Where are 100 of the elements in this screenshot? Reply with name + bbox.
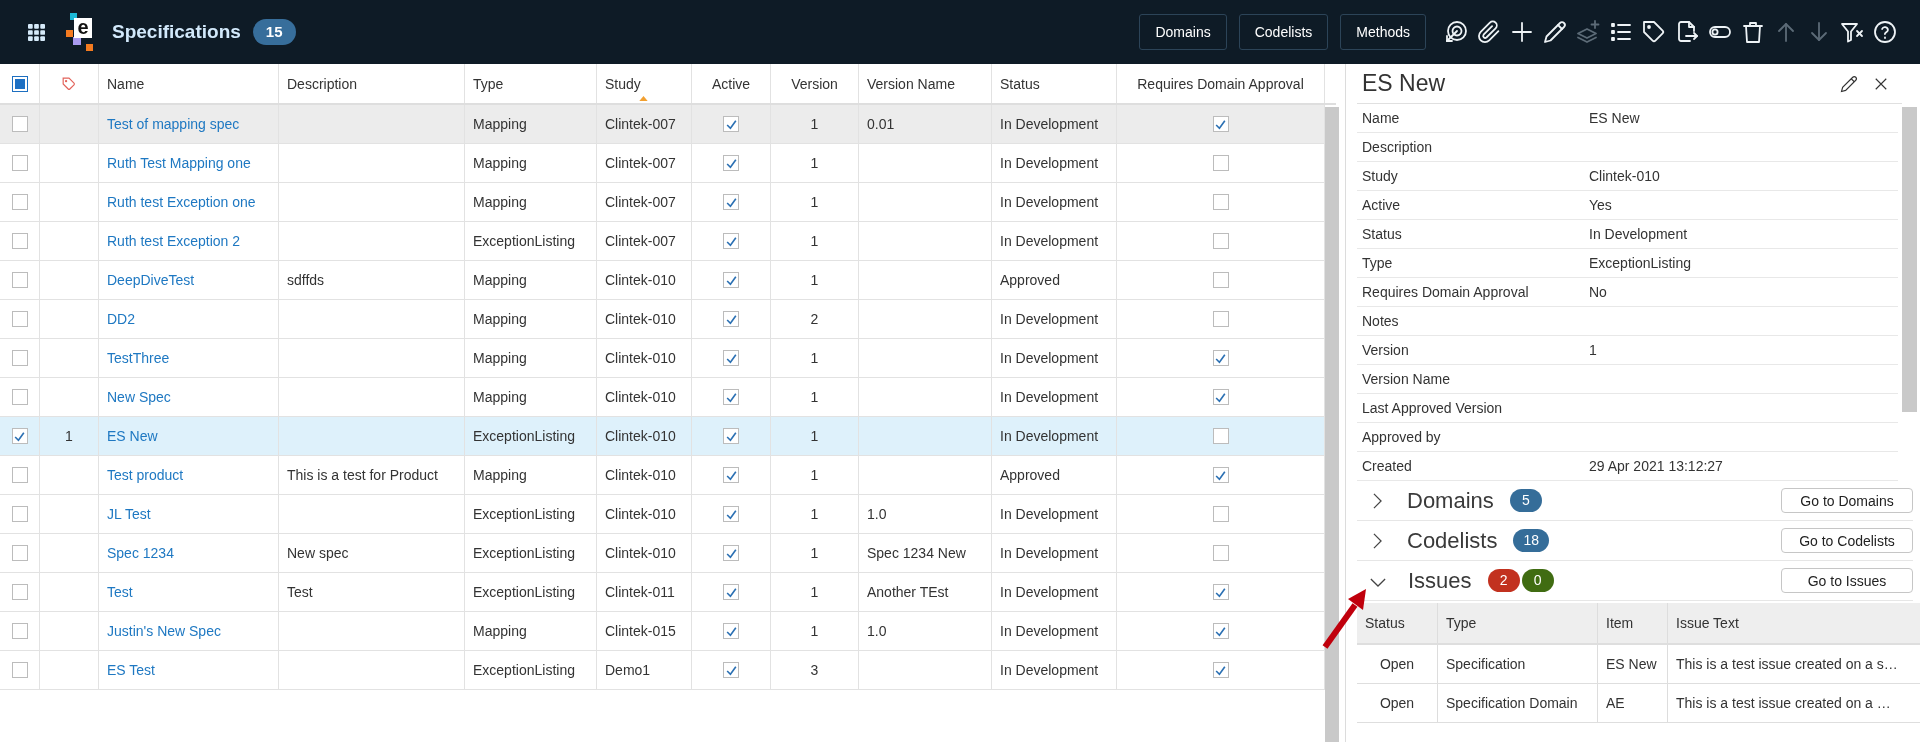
chevron-right-icon[interactable]: [1373, 492, 1382, 509]
name-link[interactable]: ES New: [107, 428, 158, 444]
row-checkbox[interactable]: [11, 623, 28, 639]
name-link[interactable]: New Spec: [107, 389, 171, 405]
row-checkbox[interactable]: [11, 350, 28, 366]
list-icon[interactable]: [1609, 20, 1633, 44]
column-header[interactable]: Version: [791, 75, 838, 92]
name-link[interactable]: JL Test: [107, 506, 151, 522]
go-to-button[interactable]: Go to Issues: [1781, 568, 1913, 593]
table-row[interactable]: Ruth test Exception 2 ExceptionListing Clintek-007 1 In Development: [0, 222, 1325, 261]
go-to-button[interactable]: Go to Codelists: [1781, 528, 1913, 553]
trash-icon[interactable]: [1741, 20, 1765, 44]
section-title[interactable]: Codelists: [1407, 527, 1498, 554]
table-cell: New spec: [279, 534, 465, 572]
filter-icon[interactable]: [1840, 20, 1864, 44]
table-cell: Approved: [992, 261, 1117, 299]
table-cell: sdffds: [279, 261, 465, 299]
table-cell: In Development: [992, 339, 1117, 377]
row-checkbox[interactable]: [11, 545, 28, 561]
table-cell: ExceptionListing: [465, 534, 597, 572]
column-header[interactable]: Requires Domain Approval: [1137, 75, 1304, 92]
table-cell: Clintek-010: [597, 534, 692, 572]
name-link[interactable]: DeepDiveTest: [107, 272, 195, 288]
row-checkbox[interactable]: [11, 428, 28, 444]
column-header[interactable]: Study: [605, 75, 641, 92]
name-link[interactable]: Test: [107, 584, 133, 600]
row-checkbox[interactable]: [11, 233, 28, 249]
name-link[interactable]: Ruth test Exception one: [107, 194, 256, 210]
chevron-right-icon[interactable]: [1373, 532, 1382, 549]
scrollbar[interactable]: [1902, 107, 1917, 412]
table-row[interactable]: Ruth test Exception one Mapping Clintek-007 1 In Development: [0, 183, 1325, 222]
name-link[interactable]: Justin's New Spec: [107, 623, 221, 639]
nav-button[interactable]: Methods: [1340, 14, 1426, 50]
select-all-checkbox[interactable]: [11, 75, 28, 92]
table-cell: Open: [1357, 684, 1438, 722]
table-row[interactable]: JL Test ExceptionListing Clintek-010 1 1.0 In Development: [0, 495, 1325, 534]
name-link[interactable]: ES Test: [107, 662, 155, 678]
row-checkbox[interactable]: [11, 272, 28, 288]
row-checkbox[interactable]: [11, 584, 28, 600]
table-row[interactable]: 1 ES New ExceptionListing Clintek-010 1 In Development: [0, 417, 1325, 456]
row-checkbox[interactable]: [11, 194, 28, 210]
file-export-icon[interactable]: [1675, 20, 1699, 44]
name-link[interactable]: Test product: [107, 467, 184, 483]
row-checkbox[interactable]: [11, 467, 28, 483]
column-header[interactable]: Type: [473, 75, 504, 92]
nav-button[interactable]: Domains: [1139, 14, 1227, 50]
table-row[interactable]: New Spec Mapping Clintek-010 1 In Development: [0, 378, 1325, 417]
field-label: Description: [1362, 139, 1434, 155]
column-header[interactable]: Description: [287, 75, 358, 92]
row-checkbox[interactable]: [11, 662, 28, 678]
table-row[interactable]: DD2 Mapping Clintek-010 2 In Development: [0, 300, 1325, 339]
name-link[interactable]: Test of mapping spec: [107, 116, 240, 132]
nav-button[interactable]: Codelists: [1238, 14, 1329, 50]
column-header[interactable]: Active: [711, 75, 751, 92]
table-row[interactable]: Justin's New Spec Mapping Clintek-015 1 1.0 In Development: [0, 612, 1325, 651]
table-row[interactable]: Ruth Test Mapping one Mapping Clintek-007 1 In Development: [0, 144, 1325, 183]
pencil-icon[interactable]: [1840, 74, 1858, 93]
name-link[interactable]: Ruth test Exception 2: [107, 233, 241, 249]
paperclip-icon[interactable]: [1477, 20, 1501, 44]
column-header[interactable]: Issue Text: [1668, 603, 1920, 643]
name-link[interactable]: Ruth Test Mapping one: [107, 155, 251, 171]
column-header[interactable]: Name: [107, 75, 145, 92]
name-link[interactable]: DD2: [107, 311, 135, 327]
row-checkbox[interactable]: [11, 506, 28, 522]
count-badge: 2: [1487, 569, 1520, 592]
field-value: ES New: [1589, 110, 1641, 126]
column-header[interactable]: Item: [1598, 603, 1668, 643]
apps-grid-icon[interactable]: [28, 23, 45, 41]
scrollbar[interactable]: [1325, 107, 1339, 742]
section-title[interactable]: Domains: [1407, 487, 1494, 514]
chevron-down-icon[interactable]: [1370, 578, 1386, 587]
go-to-button[interactable]: Go to Domains: [1781, 488, 1913, 513]
table-row[interactable]: TestThree Mapping Clintek-010 1 In Development: [0, 339, 1325, 378]
table-cell: In Development: [992, 573, 1117, 611]
row-checkbox[interactable]: [11, 311, 28, 327]
row-checkbox[interactable]: [11, 389, 28, 405]
table-row[interactable]: Test Test ExceptionListing Clintek-011 1 Another TEst In Development: [0, 573, 1325, 612]
field-value: 1: [1589, 342, 1598, 358]
column-header[interactable]: Version Name: [867, 75, 955, 92]
table-cell: 1.0: [859, 612, 992, 650]
app-logo[interactable]: e: [66, 13, 96, 51]
row-checkbox[interactable]: [11, 116, 28, 132]
table-row[interactable]: Test of mapping spec Mapping Clintek-007 1 0.01 In Development: [0, 105, 1325, 144]
column-header[interactable]: Status: [1000, 75, 1040, 92]
row-checkbox[interactable]: [11, 155, 28, 171]
help-icon[interactable]: [1873, 20, 1897, 44]
table-cell: Clintek-015: [597, 612, 692, 650]
column-header[interactable]: Type: [1438, 603, 1598, 643]
table-row[interactable]: Spec 1234 New spec ExceptionListing Clintek-010 1 Spec 1234 New In Development: [0, 534, 1325, 573]
table-cell: Mapping: [465, 261, 597, 299]
field-label: Approved by: [1362, 429, 1442, 445]
annotation-arrow: [1322, 589, 1366, 649]
section-title[interactable]: Issues: [1408, 567, 1472, 594]
target-icon[interactable]: [1444, 20, 1468, 44]
plus-icon[interactable]: [1510, 20, 1534, 44]
table-row[interactable]: Test product This is a test for Product Mapping Clintek-010 1 Approved: [0, 456, 1325, 495]
name-link[interactable]: TestThree: [107, 350, 170, 366]
name-link[interactable]: Spec 1234: [107, 545, 174, 561]
table-row[interactable]: ES Test ExceptionListing Demo1 3 In Development: [0, 651, 1325, 690]
table-row[interactable]: DeepDiveTest sdffds Mapping Clintek-010 1 Approved: [0, 261, 1325, 300]
